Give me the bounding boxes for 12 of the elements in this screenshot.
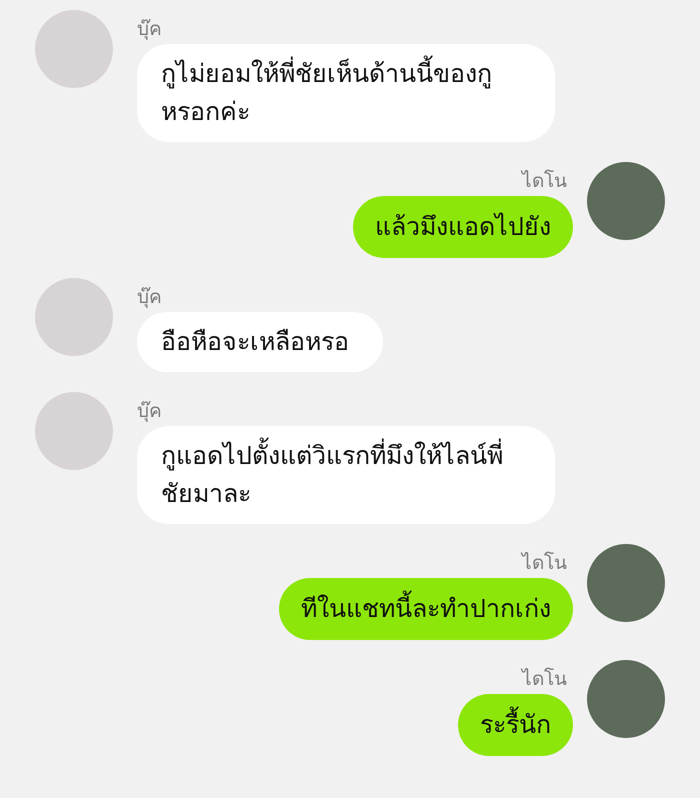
sender-name: ไดโน	[522, 550, 567, 576]
message-bubble: อือหือจะเหลือหรอ	[137, 312, 383, 372]
sender-name: ไดโน	[522, 168, 567, 194]
message-bubble: กูแอดไปตั้งแต่วิแรกที่มึงให้ไลน์พี่ชัยมาละ	[137, 426, 555, 524]
message-bubble: แล้วมึงแอดไปยัง	[353, 196, 573, 258]
sender-name: ไดโน	[522, 666, 567, 692]
sender-name: บุ๊ค	[137, 399, 162, 424]
message-bubble: ระรื้นัก	[458, 694, 573, 756]
message-bubble: ทีในแชทนี้ละทำปากเก่ง	[279, 578, 573, 640]
message-bubble: กูไม่ยอมให้พี่ชัยเห็นด้านนี้ของกูหรอกค่ะ	[137, 44, 555, 142]
sender-name: บุ๊ค	[137, 17, 162, 42]
sender-name: บุ๊ค	[137, 285, 162, 310]
